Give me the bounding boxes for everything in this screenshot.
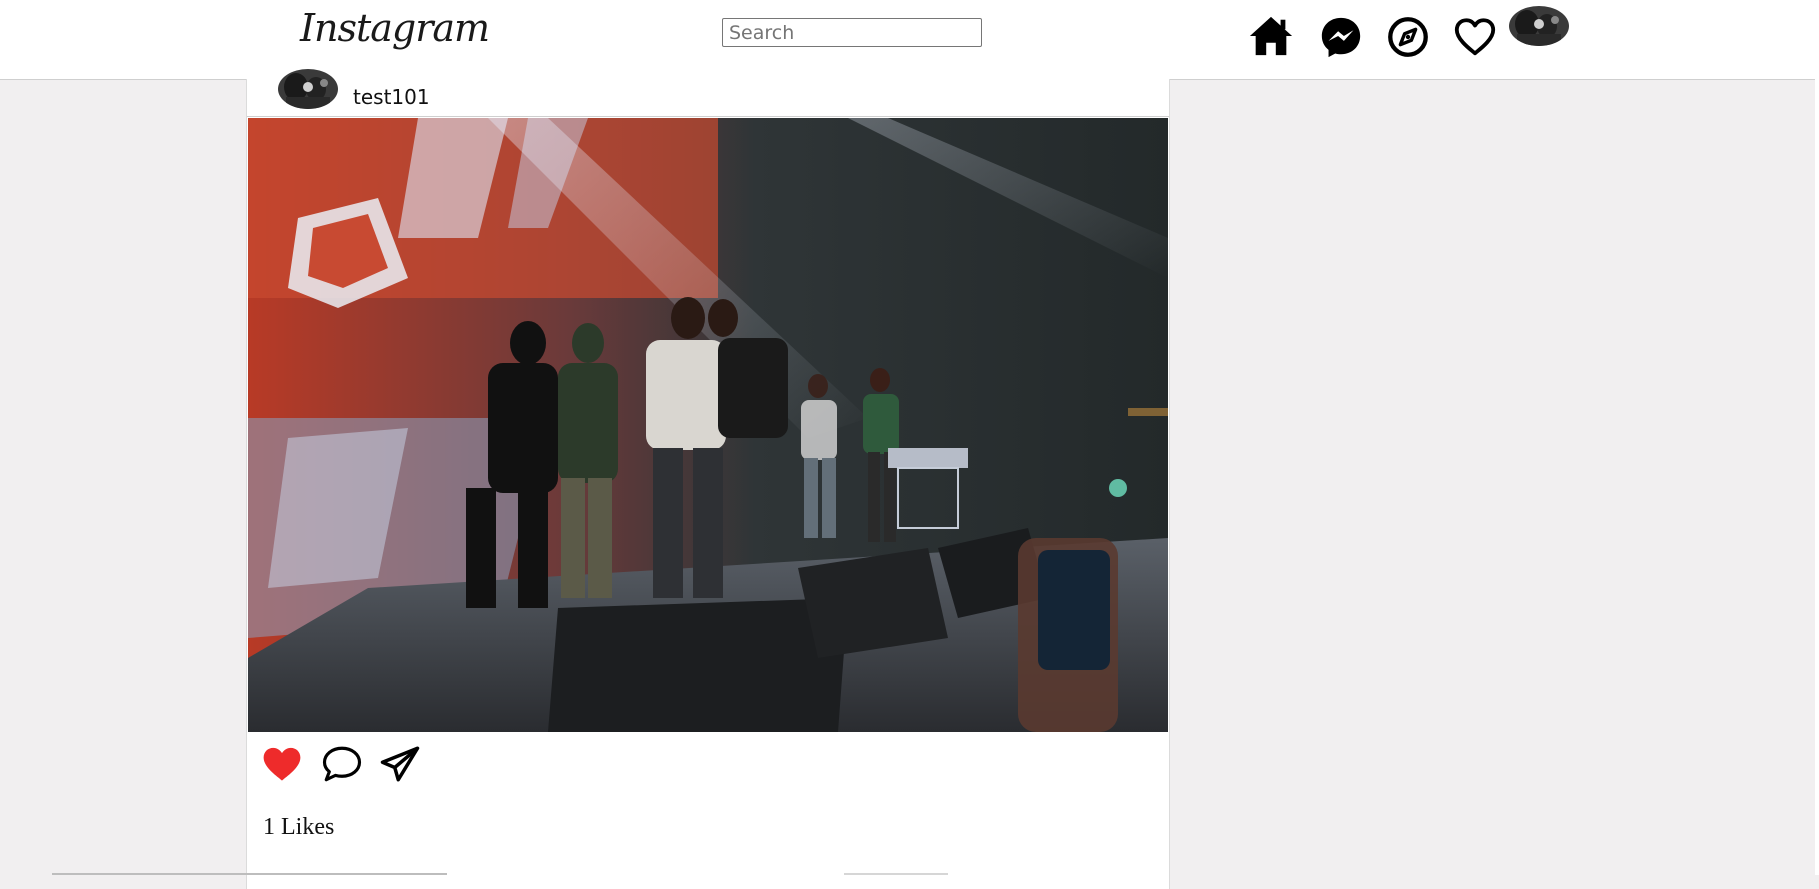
home-icon[interactable] [1248,13,1294,59]
likes-count: 1 Likes [263,814,335,840]
like-heart-filled-icon[interactable] [261,743,303,785]
explore-icon[interactable] [1385,14,1431,60]
post-header: test101 [247,69,1169,117]
share-icon[interactable] [379,743,421,785]
post-username[interactable]: test101 [353,85,430,109]
post-card: test101 1 Likes [246,69,1170,889]
instagram-logo[interactable]: Instagram [300,6,490,50]
avatar-image [1509,6,1569,46]
comment-icon[interactable] [321,743,363,785]
profile-avatar[interactable] [1509,6,1569,46]
avatar-image [278,69,338,109]
post-image[interactable] [248,118,1168,732]
scrollbar-track[interactable] [1815,0,1819,875]
heart-icon[interactable] [1452,14,1498,60]
post-author-avatar[interactable] [278,69,338,109]
top-navigation-bar: Instagram [0,0,1815,80]
messenger-icon[interactable] [1318,14,1364,60]
search-input[interactable] [722,18,982,47]
concert-photo [248,118,1168,732]
